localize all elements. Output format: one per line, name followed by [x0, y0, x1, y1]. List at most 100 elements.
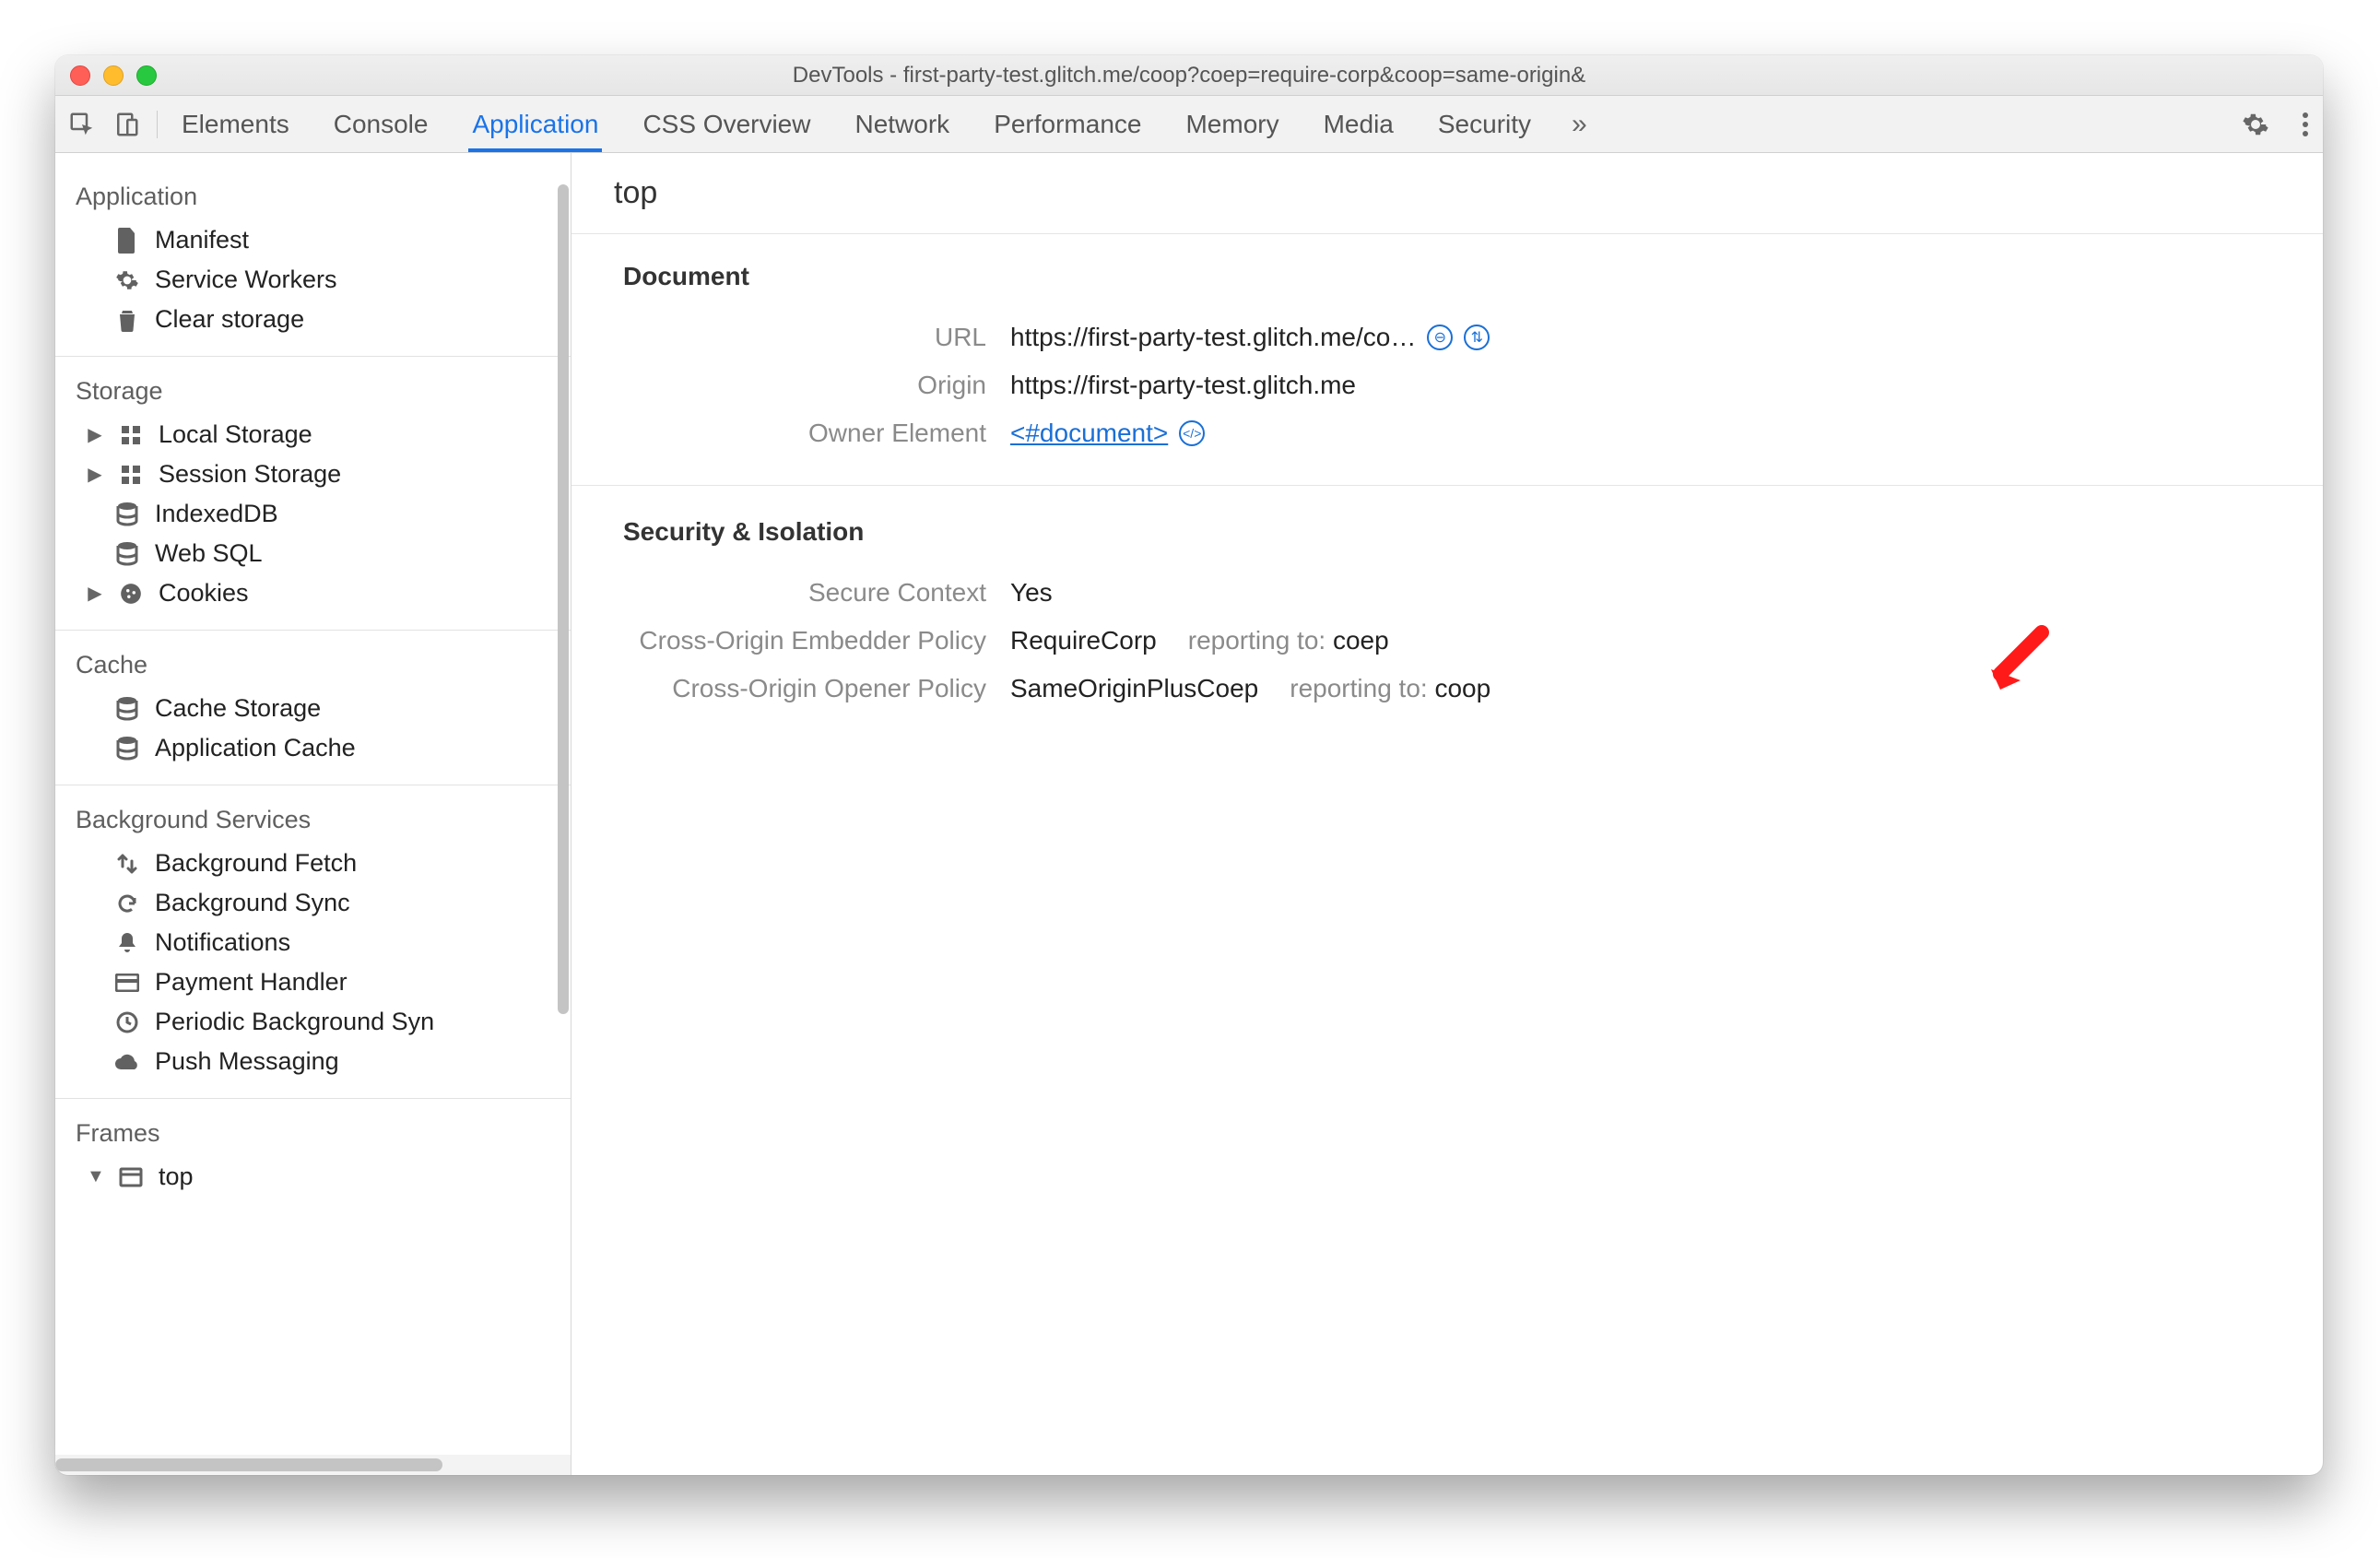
value-coop: SameOriginPlusCoep [1010, 674, 1258, 703]
sidebar-group-background-services: Background Services [55, 793, 571, 844]
grid-icon [116, 464, 146, 486]
frame-details-panel: top Document URL https://first-party-tes… [571, 153, 2323, 1475]
label-coep: Cross-Origin Embedder Policy [623, 626, 1010, 655]
sidebar-item-label: Clear storage [155, 305, 304, 334]
frame-heading: top [571, 153, 2323, 234]
sidebar-item-background-fetch[interactable]: Background Fetch [55, 844, 571, 883]
sidebar-item-label: Payment Handler [155, 968, 348, 997]
sidebar-item-clear-storage[interactable]: Clear storage [55, 300, 571, 339]
devtools-tabbar: Elements Console Application CSS Overvie… [55, 96, 2323, 153]
link-owner-element[interactable]: <#document> [1010, 419, 1168, 448]
label-origin: Origin [623, 371, 1010, 400]
sidebar-item-cache-storage[interactable]: Cache Storage [55, 689, 571, 728]
sidebar-item-frame-top[interactable]: ▼ top [55, 1157, 571, 1197]
tab-elements[interactable]: Elements [178, 97, 293, 152]
device-toolbar-icon[interactable] [112, 111, 140, 138]
sidebar-item-label: Manifest [155, 226, 249, 254]
value-coep: RequireCorp [1010, 626, 1157, 655]
tab-performance[interactable]: Performance [990, 97, 1145, 152]
section-title-security: Security & Isolation [623, 517, 2271, 547]
bell-icon [112, 931, 142, 955]
expand-arrow-icon: ▶ [87, 582, 103, 605]
sidebar-group-application: Application [55, 170, 571, 220]
sidebar-item-label: top [159, 1163, 194, 1191]
label-owner-element: Owner Element [623, 419, 1010, 448]
tab-application[interactable]: Application [468, 97, 602, 152]
sidebar-item-label: Service Workers [155, 266, 337, 294]
tab-memory[interactable]: Memory [1182, 97, 1282, 152]
gear-icon [112, 268, 142, 292]
reveal-in-network-icon[interactable]: ⇅ [1464, 325, 1490, 350]
sidebar-item-notifications[interactable]: Notifications [55, 923, 571, 962]
window-icon [116, 1167, 146, 1187]
label-secure-context: Secure Context [623, 578, 1010, 608]
settings-gear-icon[interactable] [2242, 111, 2269, 138]
application-sidebar: Application Manifest Service Workers Cle… [55, 153, 571, 1475]
tab-network[interactable]: Network [851, 97, 953, 152]
expand-arrow-icon: ▼ [87, 1166, 103, 1187]
value-secure-context: Yes [1010, 578, 1053, 608]
label-url: URL [623, 323, 1010, 352]
value-coop-reporting-to: coop [1434, 674, 1490, 702]
value-coep-reporting-to: coep [1333, 626, 1389, 655]
sidebar-item-label: Local Storage [159, 420, 312, 449]
panel-tablist: Elements Console Application CSS Overvie… [178, 97, 2242, 152]
sidebar-item-label: Web SQL [155, 539, 263, 568]
tab-media[interactable]: Media [1320, 97, 1397, 152]
horizontal-scrollbar[interactable] [55, 1455, 571, 1475]
tab-console[interactable]: Console [330, 97, 432, 152]
expand-arrow-icon: ▶ [87, 463, 103, 486]
sidebar-item-label: Application Cache [155, 734, 356, 762]
sidebar-item-session-storage[interactable]: ▶ Session Storage [55, 454, 571, 494]
sidebar-item-cookies[interactable]: ▶ Cookies [55, 573, 571, 613]
sidebar-item-local-storage[interactable]: ▶ Local Storage [55, 415, 571, 454]
file-icon [112, 228, 142, 254]
grid-icon [116, 424, 146, 446]
sidebar-item-background-sync[interactable]: Background Sync [55, 883, 571, 923]
cloud-icon [112, 1053, 142, 1071]
sidebar-item-payment-handler[interactable]: Payment Handler [55, 962, 571, 1002]
value-url: https://first-party-test.glitch.me/co… [1010, 323, 1416, 352]
sidebar-item-label: Cookies [159, 579, 249, 608]
tab-css-overview[interactable]: CSS Overview [639, 97, 814, 152]
sidebar-item-manifest[interactable]: Manifest [55, 220, 571, 260]
label-coop-reporting-to: reporting to: [1290, 674, 1427, 702]
clock-icon [112, 1011, 142, 1033]
window-title: DevTools - first-party-test.glitch.me/co… [55, 63, 2323, 89]
card-icon [112, 974, 142, 992]
sidebar-item-push-messaging[interactable]: Push Messaging [55, 1042, 571, 1081]
sidebar-item-label: Push Messaging [155, 1047, 339, 1076]
database-icon [112, 737, 142, 761]
vertical-scrollbar[interactable] [558, 184, 569, 1014]
trash-icon [112, 308, 142, 332]
reveal-in-elements-icon[interactable]: </> [1179, 420, 1205, 446]
sync-icon [112, 892, 142, 915]
window-titlebar: DevTools - first-party-test.glitch.me/co… [55, 55, 2323, 96]
inspect-element-icon[interactable] [68, 111, 96, 138]
sidebar-group-storage: Storage [55, 364, 571, 415]
sidebar-item-label: IndexedDB [155, 500, 278, 528]
expand-arrow-icon: ▶ [87, 423, 103, 446]
sidebar-item-periodic-background-sync[interactable]: Periodic Background Syn [55, 1002, 571, 1042]
label-coop: Cross-Origin Opener Policy [623, 674, 1010, 703]
section-title-document: Document [623, 262, 2271, 291]
sidebar-item-label: Background Fetch [155, 849, 357, 878]
sidebar-item-label: Notifications [155, 928, 290, 957]
sidebar-item-label: Periodic Background Syn [155, 1008, 434, 1036]
tab-security[interactable]: Security [1434, 97, 1535, 152]
sidebar-item-indexeddb[interactable]: IndexedDB [55, 494, 571, 534]
more-tabs-icon[interactable]: » [1572, 109, 1587, 140]
sidebar-item-service-workers[interactable]: Service Workers [55, 260, 571, 300]
sidebar-item-label: Background Sync [155, 889, 350, 917]
database-icon [112, 542, 142, 566]
sidebar-group-frames: Frames [55, 1106, 571, 1157]
sidebar-item-label: Cache Storage [155, 694, 321, 723]
sidebar-item-application-cache[interactable]: Application Cache [55, 728, 571, 768]
value-origin: https://first-party-test.glitch.me [1010, 371, 1356, 400]
sidebar-item-web-sql[interactable]: Web SQL [55, 534, 571, 573]
copy-url-icon[interactable]: ⊖ [1427, 325, 1453, 350]
kebab-menu-icon[interactable] [2301, 111, 2310, 138]
database-icon [112, 502, 142, 526]
updown-icon [112, 853, 142, 875]
label-coep-reporting-to: reporting to: [1188, 626, 1325, 655]
